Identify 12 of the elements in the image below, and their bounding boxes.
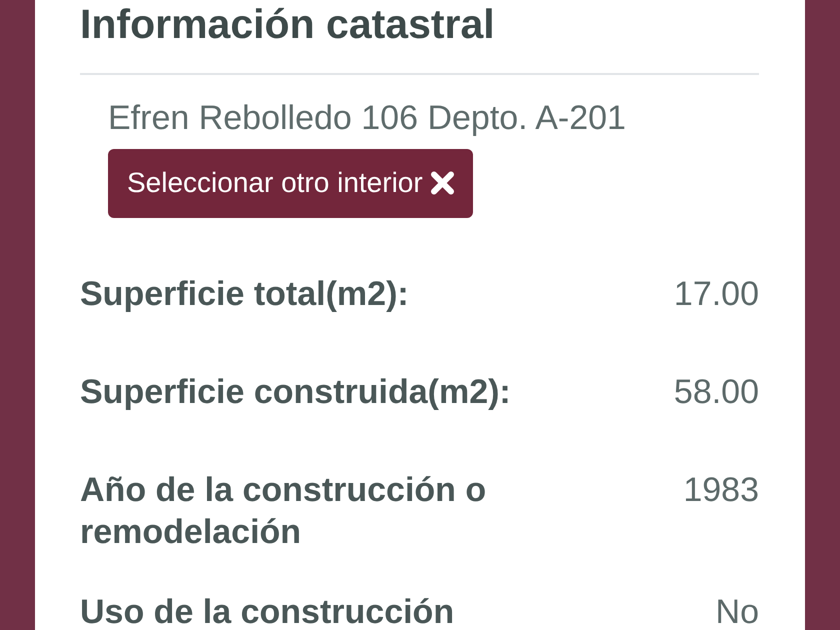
field-label: Superficie total(m2): bbox=[80, 274, 409, 315]
field-value: 58.00 bbox=[674, 372, 759, 413]
field-label: Año de la construcción o remodelación bbox=[80, 470, 488, 553]
dialog-title: Información catastral bbox=[80, 2, 496, 47]
select-other-unit-button[interactable]: Seleccionar otro interior bbox=[108, 149, 473, 218]
field-label: Uso de la construcción bbox=[80, 592, 454, 630]
field-value: 1983 bbox=[683, 470, 759, 511]
field-value: No bbox=[716, 592, 759, 630]
address-text: Efren Rebolledo 106 Depto. A-201 bbox=[108, 98, 626, 139]
close-icon bbox=[430, 171, 455, 195]
field-label: Superficie construida(m2): bbox=[80, 372, 511, 413]
field-value: 17.00 bbox=[674, 274, 759, 315]
